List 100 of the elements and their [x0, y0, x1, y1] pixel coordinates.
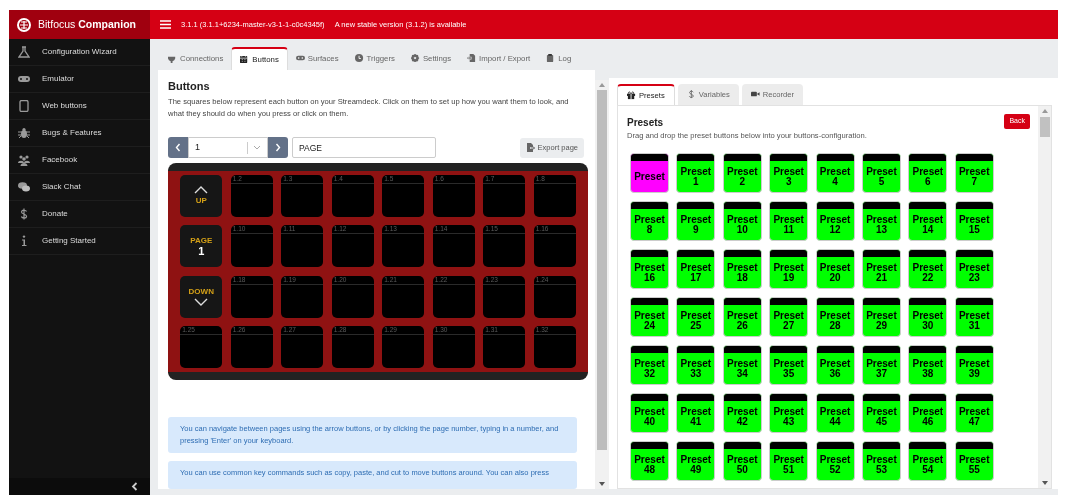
file-import-icon	[467, 54, 477, 63]
key-label: DOWN	[188, 287, 214, 297]
preset-button[interactable]: Preset 18	[722, 249, 762, 290]
preset-button[interactable]: Preset 33	[676, 345, 716, 386]
scroll-up-arrow-icon[interactable]	[1041, 109, 1048, 113]
preset-button[interactable]: Preset 15	[954, 201, 994, 242]
preset-button[interactable]: Preset 16	[630, 249, 669, 290]
users-icon	[18, 154, 30, 166]
gamepad-icon	[295, 54, 305, 63]
flask-icon	[18, 46, 30, 58]
scroll-up-arrow-icon[interactable]	[599, 83, 605, 87]
collapse-button[interactable]	[131, 482, 138, 491]
preset-button[interactable]: Preset 53	[861, 441, 901, 482]
page-select[interactable]: 1	[188, 137, 268, 159]
chevron-icon	[194, 298, 209, 307]
gear-icon	[410, 54, 420, 63]
preset-button[interactable]: Preset 48	[630, 441, 669, 482]
preset-button[interactable]: Preset 11	[769, 201, 809, 242]
clock-icon	[354, 54, 364, 63]
preset-button[interactable]: Preset 28	[815, 297, 855, 338]
preset-button[interactable]: Preset 40	[630, 393, 669, 434]
chat-icon	[18, 181, 30, 193]
preset-button[interactable]: Preset	[630, 153, 669, 194]
preset-button[interactable]: Preset 44	[815, 393, 855, 434]
panel-title: Buttons	[168, 79, 211, 93]
brand-name: Bitfocus Companion	[38, 16, 137, 32]
preset-button[interactable]: Preset 30	[908, 297, 948, 338]
bug-icon	[18, 127, 30, 139]
menu-icon[interactable]	[160, 20, 171, 29]
preset-button[interactable]: Preset 49	[676, 441, 716, 482]
preset-button[interactable]: Preset 1	[676, 153, 716, 194]
gift-icon	[627, 91, 636, 100]
key-label: UP	[195, 196, 207, 206]
preset-button[interactable]: Preset 52	[815, 441, 855, 482]
chevron-icon	[194, 186, 209, 195]
preset-button[interactable]: Preset 55	[954, 441, 994, 482]
preset-button[interactable]: Preset 51	[769, 441, 809, 482]
scrollbar-thumb[interactable]	[1039, 117, 1050, 137]
preset-button[interactable]: Preset 42	[722, 393, 762, 434]
page-up-key[interactable]: UP	[180, 174, 223, 217]
scrollbar-thumb[interactable]	[597, 90, 607, 450]
preset-button[interactable]: Preset 8	[630, 201, 669, 242]
preset-button[interactable]: Preset 10	[722, 201, 762, 242]
preset-button[interactable]: Preset 22	[908, 249, 948, 290]
scroll-down-arrow-icon[interactable]	[1041, 481, 1048, 485]
preset-button[interactable]: Preset 36	[815, 345, 855, 386]
preset-button[interactable]: Preset 38	[908, 345, 948, 386]
preset-button[interactable]: Preset 54	[908, 441, 948, 482]
preset-button[interactable]: Preset 41	[676, 393, 716, 434]
preset-button[interactable]: Preset 24	[630, 297, 669, 338]
logo-icon	[16, 16, 32, 33]
chevron-right-icon	[275, 143, 281, 153]
scrollbar[interactable]	[1038, 106, 1051, 488]
preset-button[interactable]: Preset 39	[954, 345, 994, 386]
previous-page-button[interactable]	[168, 137, 188, 159]
preset-button[interactable]: Preset 3	[769, 153, 809, 194]
page-key[interactable]: PAGE 1	[180, 225, 223, 268]
dollar-icon	[686, 90, 696, 99]
preset-button[interactable]: Preset 19	[769, 249, 809, 290]
video-camera-icon	[750, 90, 760, 99]
preset-button[interactable]: Preset 35	[769, 345, 809, 386]
next-page-button[interactable]	[268, 137, 288, 159]
chevron-left-icon	[175, 143, 181, 153]
dollar-icon	[18, 208, 30, 220]
chevron-down-icon	[253, 145, 261, 151]
page-number: 1	[198, 244, 205, 257]
preset-button[interactable]: Preset 34	[722, 345, 762, 386]
preset-button[interactable]: Preset 46	[908, 393, 948, 434]
preset-button[interactable]: Preset 5	[861, 153, 901, 194]
preset-button[interactable]: Preset 37	[861, 345, 901, 386]
preset-button[interactable]: Preset 32	[630, 345, 669, 386]
preset-button[interactable]: Preset 43	[769, 393, 809, 434]
preset-button[interactable]: Preset 21	[861, 249, 901, 290]
preset-button[interactable]: Preset 50	[722, 441, 762, 482]
preset-button[interactable]: Preset 45	[861, 393, 901, 434]
preset-button[interactable]: Preset 17	[676, 249, 716, 290]
preset-button[interactable]: Preset 12	[815, 201, 855, 242]
preset-button[interactable]: Preset 7	[954, 153, 994, 194]
preset-button[interactable]: Preset 29	[861, 297, 901, 338]
preset-button[interactable]: Preset 20	[815, 249, 855, 290]
preset-button[interactable]: Preset 6	[908, 153, 948, 194]
preset-button[interactable]: Preset 9	[676, 201, 716, 242]
page-down-key[interactable]: DOWN	[180, 275, 223, 318]
panel-title: Presets	[627, 116, 664, 129]
scrollbar[interactable]	[595, 80, 609, 489]
preset-button[interactable]: Preset 47	[954, 393, 994, 434]
preset-button[interactable]: Preset 27	[769, 297, 809, 338]
gamepad-icon	[18, 73, 30, 85]
scroll-down-arrow-icon[interactable]	[599, 482, 605, 486]
preset-button[interactable]: Preset 26	[722, 297, 762, 338]
tablet-icon	[18, 100, 30, 112]
preset-button[interactable]: Preset 25	[676, 297, 716, 338]
clipboard-icon	[546, 54, 556, 63]
preset-button[interactable]: Preset 2	[722, 153, 762, 194]
preset-button[interactable]: Preset 23	[954, 249, 994, 290]
preset-button[interactable]: Preset 14	[908, 201, 948, 242]
page-name-field[interactable]: PAGE	[292, 137, 436, 159]
preset-button[interactable]: Preset 4	[815, 153, 855, 194]
preset-button[interactable]: Preset 31	[954, 297, 994, 338]
preset-button[interactable]: Preset 13	[861, 201, 901, 242]
